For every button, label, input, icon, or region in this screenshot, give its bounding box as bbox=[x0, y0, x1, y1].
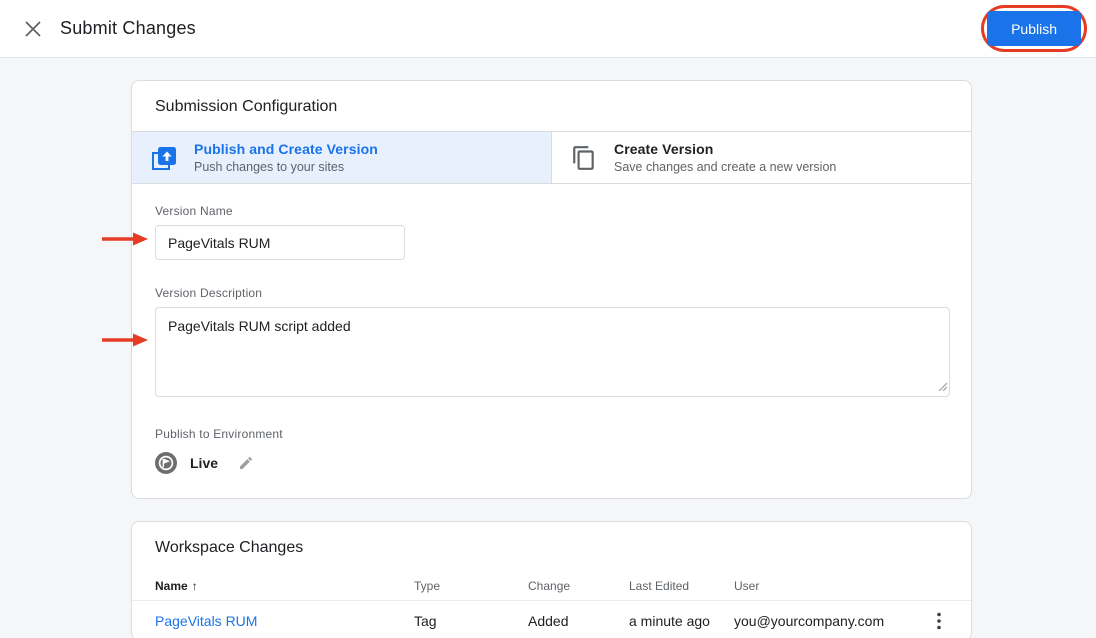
publish-environment-label: Publish to Environment bbox=[155, 427, 283, 441]
environment-value: Live bbox=[190, 455, 219, 471]
workspace-changes-card: Workspace Changes Name ↑ Type Change Las… bbox=[131, 521, 972, 638]
close-icon[interactable] bbox=[23, 19, 43, 39]
red-arrow-version-description-annotation bbox=[102, 331, 148, 354]
submission-type-options: Publish and Create Version Push changes … bbox=[132, 131, 971, 184]
option-create-version[interactable]: Create Version Save changes and create a… bbox=[551, 132, 971, 183]
column-header-user[interactable]: User bbox=[734, 579, 927, 593]
column-header-name[interactable]: Name bbox=[155, 579, 188, 593]
table-row: PageVitals RUM Tag Added a minute ago yo… bbox=[132, 601, 971, 638]
change-last-edited: a minute ago bbox=[629, 612, 710, 629]
change-user: you@yourcompany.com bbox=[734, 612, 885, 629]
option-subtitle: Push changes to your sites bbox=[194, 160, 345, 174]
publish-icon bbox=[150, 144, 178, 172]
version-description-textarea[interactable]: PageVitals RUM script added bbox=[155, 307, 950, 397]
change-name-link[interactable]: PageVitals RUM bbox=[155, 613, 257, 629]
version-name-label: Version Name bbox=[155, 204, 233, 218]
red-arrow-version-name-annotation bbox=[102, 230, 148, 253]
submission-configuration-card: Submission Configuration Publish and Cre… bbox=[131, 80, 972, 499]
option-title: Publish and Create Version bbox=[194, 141, 378, 157]
column-header-change[interactable]: Change bbox=[528, 579, 629, 593]
top-bar: Submit Changes Publish bbox=[0, 0, 1096, 58]
change-kind: Added bbox=[528, 612, 569, 629]
edit-environment-button[interactable] bbox=[238, 455, 254, 471]
row-overflow-menu-icon[interactable] bbox=[931, 612, 947, 630]
environment-icon bbox=[155, 452, 177, 474]
option-title: Create Version bbox=[614, 141, 714, 157]
submission-configuration-title: Submission Configuration bbox=[155, 98, 338, 115]
change-type: Tag bbox=[414, 612, 437, 629]
version-name-input[interactable] bbox=[155, 225, 405, 260]
copy-icon bbox=[570, 144, 598, 172]
page-title: Submit Changes bbox=[60, 18, 196, 38]
submission-form: Version Name Version Description PageVit… bbox=[132, 184, 971, 498]
option-publish-and-create-version[interactable]: Publish and Create Version Push changes … bbox=[132, 132, 551, 183]
column-header-last-edited[interactable]: Last Edited bbox=[629, 579, 734, 593]
publish-highlight-annotation: Publish bbox=[981, 5, 1087, 52]
option-subtitle: Save changes and create a new version bbox=[614, 160, 837, 174]
version-description-label: Version Description bbox=[155, 286, 263, 300]
column-header-type[interactable]: Type bbox=[414, 579, 528, 593]
publish-button[interactable]: Publish bbox=[987, 11, 1081, 46]
workspace-changes-title: Workspace Changes bbox=[155, 539, 304, 556]
pencil-icon bbox=[238, 455, 254, 471]
resize-handle-icon[interactable] bbox=[937, 378, 948, 396]
sort-ascending-icon[interactable]: ↑ bbox=[192, 579, 198, 593]
table-header-row: Name ↑ Type Change Last Edited User bbox=[132, 572, 971, 601]
